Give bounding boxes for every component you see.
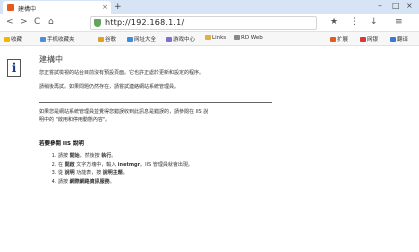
- help-steps-list: 請按 開始，然後按 執行。 在 開啟 文字方塊中，輸入 inetmgr。IIS …: [48, 152, 193, 186]
- minimize-button[interactable]: –: [378, 1, 382, 10]
- back-icon[interactable]: <: [6, 17, 14, 28]
- page-icon: [234, 35, 240, 40]
- refresh-icon[interactable]: C: [34, 17, 40, 28]
- translate-icon: [390, 37, 396, 42]
- forward-icon[interactable]: >: [20, 17, 28, 28]
- favorite-item[interactable]: RD Web: [234, 35, 263, 41]
- close-window-button[interactable]: ×: [406, 1, 413, 10]
- favorite-item[interactable]: Links: [205, 35, 226, 41]
- maximize-button[interactable]: □: [392, 1, 400, 10]
- globe-icon: [127, 37, 133, 42]
- favorite-item[interactable]: 收藏: [4, 35, 22, 43]
- security-shield-icon: [94, 19, 101, 27]
- page-title: 建構中: [39, 55, 63, 64]
- tab-title: 建構中: [18, 6, 37, 13]
- extensions-button[interactable]: 扩展: [330, 35, 348, 43]
- home-icon[interactable]: ⌂: [48, 17, 54, 28]
- menu-icon[interactable]: ≡: [395, 17, 403, 28]
- list-item: 請按 網際網路資訊服務。: [58, 178, 193, 187]
- new-tab-button[interactable]: +: [114, 1, 122, 13]
- bank-icon: [360, 37, 366, 42]
- download-icon[interactable]: ↓: [370, 17, 378, 28]
- list-item: 請按 開始，然後按 執行。: [58, 152, 193, 161]
- folder-icon: [40, 37, 46, 42]
- paragraph-2: 請稍後再試。如果問題仍然存在，請嘗試連絡網站系統管理員。: [39, 84, 180, 90]
- paragraph-3-line-2: 明中的 "啟用和停用動態內容"。: [39, 117, 111, 123]
- divider: [39, 102, 272, 103]
- active-tab[interactable]: 建構中 ×: [3, 1, 111, 14]
- paragraph-3-line-1: 如果您是網站系統管理員並覺得您錯誤收到此訊息是錯誤的，請參閱在 IIS 說: [39, 109, 209, 115]
- tab-strip: 建構中 × + – □ ×: [0, 0, 419, 14]
- favorite-item[interactable]: 网址大全: [127, 35, 156, 43]
- folder-icon: [205, 35, 211, 40]
- tab-close-icon[interactable]: ×: [102, 3, 108, 11]
- game-icon: [166, 37, 172, 42]
- page-content: i 建構中 您正嘗試檢視的站台目前沒有預設頁面。它也許正處於更新和設定的程序。 …: [0, 46, 419, 252]
- favorite-item[interactable]: 游戏中心: [166, 35, 195, 43]
- folder-icon: [98, 37, 104, 42]
- star-icon: [4, 37, 10, 42]
- help-heading: 若要參閱 IIS 說明: [39, 141, 84, 147]
- favorites-bar: 收藏 手机收藏夹 谷歌 网址大全 游戏中心 Links RD Web 扩展 网银…: [0, 32, 419, 46]
- favorite-item[interactable]: 手机收藏夹: [40, 35, 75, 43]
- more-options-icon[interactable]: ⋮: [350, 17, 359, 28]
- list-item: 在 開啟 文字方塊中，輸入 inetmgr。IIS 管理員就會出現。: [58, 161, 193, 170]
- paragraph-1: 您正嘗試檢視的站台目前沒有預設頁面。它也許正處於更新和設定的程序。: [39, 70, 205, 76]
- favorite-item[interactable]: 谷歌: [98, 35, 116, 43]
- page-favicon-icon: [7, 4, 14, 11]
- address-bar[interactable]: http://192.168.1.1/: [90, 16, 317, 30]
- browser-toolbar: < > C ⌂ http://192.168.1.1/ ★ ⋮ ↓ ≡: [0, 14, 419, 32]
- extension-icon: [330, 37, 336, 42]
- ebank-button[interactable]: 网银: [360, 35, 378, 43]
- list-item: 從 說明 功能表，按 說明主題。: [58, 169, 193, 178]
- url-text[interactable]: http://192.168.1.1/: [105, 17, 184, 29]
- translate-button[interactable]: 翻译: [390, 35, 408, 43]
- bookmark-star-icon[interactable]: ★: [330, 17, 338, 28]
- info-icon: i: [7, 59, 21, 77]
